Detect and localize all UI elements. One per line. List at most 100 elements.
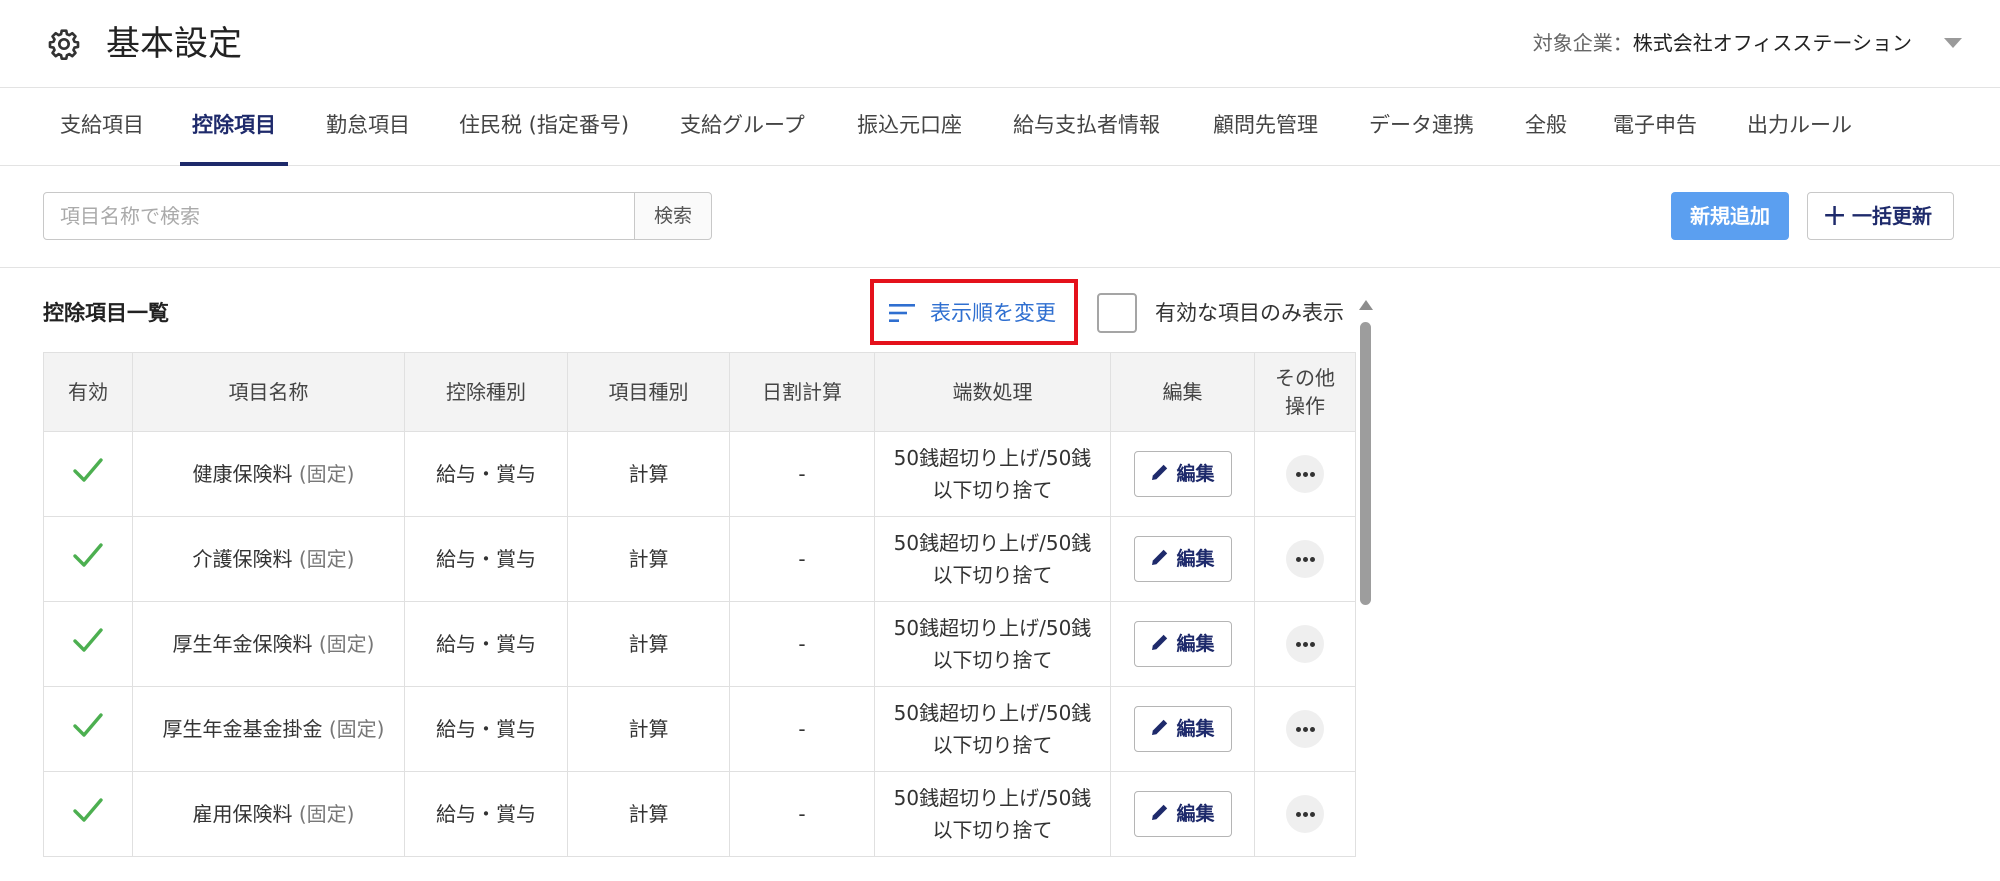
active-cell (43, 601, 133, 687)
change-order-link[interactable]: 表示順を変更 (888, 297, 1056, 329)
tab-client-management[interactable]: 顧問先管理 (1213, 88, 1318, 166)
check-icon (73, 627, 103, 652)
edit-button[interactable]: 編集 (1133, 536, 1232, 582)
proration-cell: - (729, 686, 875, 772)
rounding-cell: 50銭超切り上げ/50銭 以下切り捨て (874, 601, 1111, 687)
deduction-type-cell: 給与・賞与 (404, 601, 568, 687)
sort-icon (889, 304, 915, 322)
tab-transfer-account[interactable]: 振込元口座 (857, 88, 962, 166)
column-header-item-type: 項目種別 (567, 352, 730, 432)
column-header-deduction-type: 控除種別 (404, 352, 568, 432)
rounding-cell: 50銭超切り上げ/50銭 以下切り捨て (874, 431, 1111, 517)
item-name: 厚生年金保険料 (172, 632, 313, 656)
search-input[interactable] (43, 192, 635, 240)
item-name-cell: 厚生年金保険料 (固定) (132, 601, 405, 687)
proration-cell: - (729, 431, 875, 517)
company-selector[interactable]: 対象企業：株式会社オフィスステーション (1533, 28, 1912, 58)
item-name: 健康保険料 (192, 462, 293, 486)
deduction-type-cell: 給与・賞与 (404, 686, 568, 772)
rounding-cell: 50銭超切り上げ/50銭 以下切り捨て (874, 516, 1111, 602)
column-header-rounding: 端数処理 (874, 352, 1111, 432)
item-name: 介護保険料 (192, 547, 293, 571)
fixed-tag: (固定) (312, 632, 375, 656)
edit-button[interactable]: 編集 (1133, 706, 1232, 752)
other-actions-cell (1254, 601, 1356, 687)
fixed-tag: (固定) (292, 547, 355, 571)
other-actions-cell (1254, 771, 1356, 857)
tab-general[interactable]: 全般 (1525, 88, 1567, 166)
toolbar: 検索 新規追加 + 一括更新 (0, 166, 2000, 268)
edit-button[interactable]: 編集 (1133, 791, 1232, 837)
search-button[interactable]: 検索 (634, 192, 712, 240)
rounding-line-1: 50銭超切り上げ/50銭 (893, 446, 1092, 470)
tab-payment-group[interactable]: 支給グループ (680, 88, 805, 166)
gear-icon (48, 29, 80, 60)
tab-payer-info[interactable]: 給与支払者情報 (1013, 88, 1160, 166)
rounding-line-1: 50銭超切り上げ/50銭 (893, 701, 1092, 725)
active-cell (43, 686, 133, 772)
bulk-update-label: 一括更新 (1852, 204, 1932, 228)
item-name-cell: 健康保険料 (固定) (132, 431, 405, 517)
pencil-icon (1152, 634, 1168, 650)
more-options-icon[interactable] (1286, 455, 1324, 493)
rounding-line-2: 以下切り捨て (932, 648, 1053, 672)
column-header-active: 有効 (43, 352, 133, 432)
edit-cell: 編集 (1110, 431, 1255, 517)
more-options-icon[interactable] (1286, 710, 1324, 748)
tab-output-rules[interactable]: 出力ルール (1747, 88, 1852, 166)
bulk-update-button[interactable]: + 一括更新 (1807, 192, 1954, 240)
tab-payment-items[interactable]: 支給項目 (60, 88, 144, 166)
company-name: 株式会社オフィスステーション (1632, 31, 1912, 55)
page-title: 基本設定 (106, 24, 242, 64)
active-cell (43, 771, 133, 857)
active-cell (43, 431, 133, 517)
edit-button-label: 編集 (1176, 548, 1215, 570)
item-name: 雇用保険料 (192, 802, 293, 826)
more-options-icon[interactable] (1286, 625, 1324, 663)
edit-button[interactable]: 編集 (1133, 621, 1232, 667)
tab-resident-tax[interactable]: 住民税 (指定番号) (459, 88, 629, 166)
pencil-icon (1152, 719, 1168, 735)
active-cell (43, 516, 133, 602)
deduction-items-table: 有効 項目名称 控除種別 項目種別 日割計算 端数処理 編集 その他 操作 健康… (43, 352, 1356, 857)
table-row: 健康保険料 (固定) 給与・賞与 計算 - 50銭超切り上げ/50銭 以下切り捨て… (43, 431, 1356, 517)
table-header-row: 有効 項目名称 控除種別 項目種別 日割計算 端数処理 編集 その他 操作 (43, 352, 1356, 432)
edit-button[interactable]: 編集 (1133, 451, 1232, 497)
tab-e-filing[interactable]: 電子申告 (1613, 88, 1697, 166)
rounding-cell: 50銭超切り上げ/50銭 以下切り捨て (874, 771, 1111, 857)
item-type-cell: 計算 (567, 601, 730, 687)
fixed-tag: (固定) (292, 802, 355, 826)
rounding-line-1: 50銭超切り上げ/50銭 (893, 786, 1092, 810)
edit-button-label: 編集 (1176, 803, 1215, 825)
pencil-icon (1152, 464, 1168, 480)
change-order-label: 表示順を変更 (930, 301, 1056, 325)
chevron-down-icon[interactable] (1944, 38, 1962, 48)
proration-cell: - (729, 601, 875, 687)
pencil-icon (1152, 549, 1168, 565)
proration-cell: - (729, 771, 875, 857)
item-type-cell: 計算 (567, 516, 730, 602)
add-new-button[interactable]: 新規追加 (1671, 192, 1789, 240)
list-title: 控除項目一覧 (43, 301, 169, 325)
tab-deduction-items[interactable]: 控除項目 (180, 88, 288, 166)
rounding-line-2: 以下切り捨て (932, 818, 1053, 842)
table-row: 厚生年金基金掛金 (固定) 給与・賞与 計算 - 50銭超切り上げ/50銭 以下切… (43, 686, 1356, 772)
edit-cell: 編集 (1110, 516, 1255, 602)
rounding-line-2: 以下切り捨て (932, 478, 1053, 502)
tab-attendance-items[interactable]: 勤怠項目 (326, 88, 410, 166)
proration-cell: - (729, 516, 875, 602)
scrollbar-thumb[interactable] (1360, 322, 1371, 605)
rounding-line-2: 以下切り捨て (932, 733, 1053, 757)
deduction-type-cell: 給与・賞与 (404, 516, 568, 602)
tab-data-integration[interactable]: データ連携 (1369, 88, 1474, 166)
scroll-up-arrow[interactable] (1359, 300, 1373, 310)
edit-button-label: 編集 (1176, 463, 1215, 485)
more-options-icon[interactable] (1286, 540, 1324, 578)
more-options-icon[interactable] (1286, 795, 1324, 833)
column-header-item-name: 項目名称 (132, 352, 405, 432)
rounding-line-2: 以下切り捨て (932, 563, 1053, 587)
item-type-cell: 計算 (567, 686, 730, 772)
active-only-checkbox[interactable] (1097, 293, 1137, 333)
table-row: 厚生年金保険料 (固定) 給与・賞与 計算 - 50銭超切り上げ/50銭 以下切り… (43, 601, 1356, 687)
check-icon (73, 797, 103, 822)
